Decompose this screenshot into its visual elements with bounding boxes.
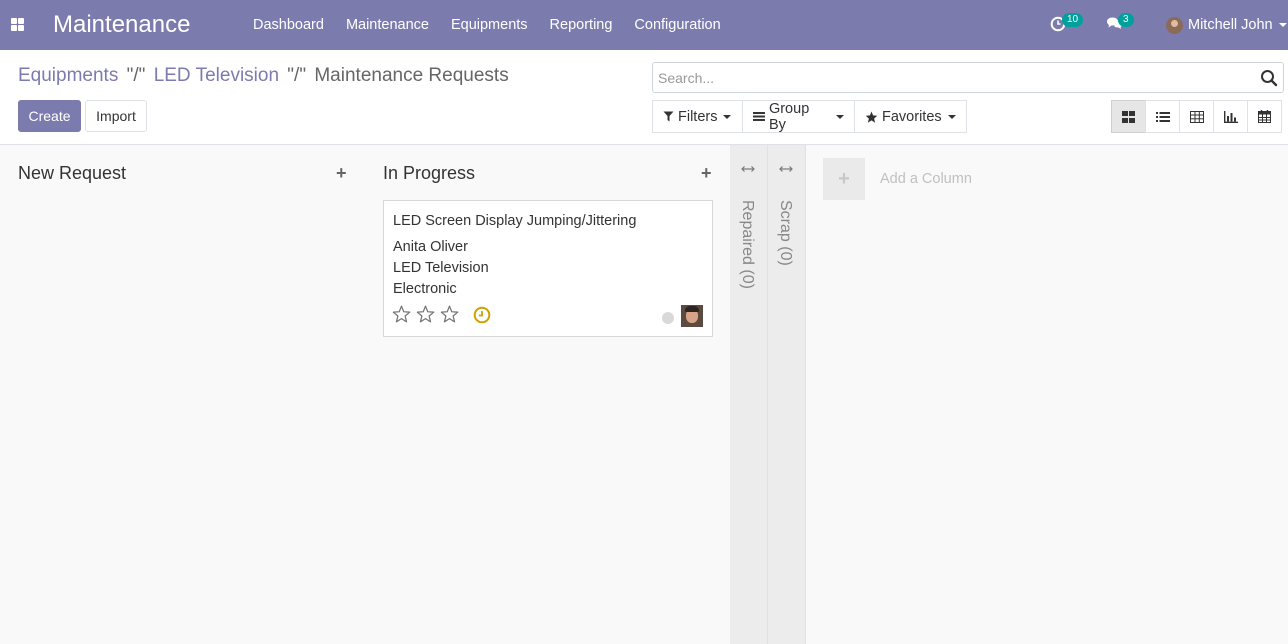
expand-arrows-icon — [779, 166, 793, 172]
pivot-view-button[interactable] — [1179, 100, 1214, 133]
card-category: Electronic — [393, 281, 457, 297]
favorites-button[interactable]: Favorites — [854, 100, 967, 133]
calendar-view-button[interactable] — [1247, 100, 1282, 133]
kanban-icon — [1122, 110, 1135, 123]
chevron-down-icon — [947, 114, 956, 119]
menu-item-reporting[interactable]: Reporting — [539, 0, 624, 50]
list-icon — [1155, 111, 1170, 122]
messages-button[interactable]: 3 — [1106, 13, 1134, 34]
chevron-down-icon — [723, 114, 732, 119]
search-bar — [652, 62, 1284, 93]
activity-button[interactable]: 10 — [1050, 13, 1084, 35]
column-quick-create-button[interactable]: + — [701, 163, 712, 184]
star-outline-icon[interactable] — [440, 305, 459, 323]
avatar — [681, 305, 703, 327]
main-menu: Dashboard Maintenance Equipments Reporti… — [242, 0, 732, 50]
expand-arrows-icon — [741, 166, 755, 172]
kanban-board: New Request + In Progress + LED Screen D… — [0, 145, 1288, 644]
star-icon — [865, 111, 878, 123]
column-title: In Progress — [383, 163, 476, 183]
search-icon[interactable] — [1260, 69, 1278, 87]
favorites-label: Favorites — [882, 108, 942, 125]
kanban-column-new-request: New Request + — [0, 145, 365, 644]
kanban-view-button[interactable] — [1111, 100, 1146, 133]
user-name: Mitchell John — [1188, 17, 1273, 33]
breadcrumb-separator: "/" — [126, 65, 146, 86]
menu-item-dashboard[interactable]: Dashboard — [242, 0, 335, 50]
bar-chart-icon — [1223, 110, 1238, 123]
calendar-icon — [1258, 110, 1271, 123]
kanban-card[interactable]: LED Screen Display Jumping/Jittering Ani… — [383, 200, 713, 337]
activity-clock-icon[interactable] — [473, 306, 491, 324]
folded-column-repaired[interactable]: Repaired (0) — [730, 145, 768, 644]
create-button[interactable]: Create — [18, 100, 81, 132]
folded-column-title: Repaired (0) — [739, 200, 756, 289]
chevron-down-icon — [1278, 23, 1287, 27]
view-switcher — [1111, 100, 1282, 133]
add-column-label[interactable]: Add a Column — [880, 171, 972, 187]
control-panel: Equipments "/" LED Television "/" Mainte… — [0, 50, 1288, 145]
breadcrumb-led-television[interactable]: LED Television — [154, 65, 279, 86]
activity-badge: 10 — [1062, 13, 1084, 27]
group-by-button[interactable]: Group By — [742, 100, 855, 133]
filters-label: Filters — [678, 108, 718, 125]
app-brand[interactable]: Maintenance — [53, 11, 190, 39]
menu-item-equipments[interactable]: Equipments — [440, 0, 539, 50]
card-equipment: LED Television — [393, 260, 489, 276]
breadcrumb-separator: "/" — [287, 65, 307, 86]
kanban-state-indicator[interactable] — [662, 312, 674, 324]
breadcrumb-equipments[interactable]: Equipments — [18, 65, 118, 86]
avatar — [1166, 16, 1183, 34]
filters-button[interactable]: Filters — [652, 100, 743, 133]
chevron-down-icon — [836, 114, 844, 119]
star-outline-icon[interactable] — [392, 305, 411, 323]
user-menu[interactable]: Mitchell John — [1166, 0, 1287, 50]
breadcrumb: Equipments "/" LED Television "/" Mainte… — [18, 65, 509, 87]
menu-item-configuration[interactable]: Configuration — [623, 0, 731, 50]
column-quick-create-button[interactable]: + — [336, 163, 347, 184]
card-owner: Anita Oliver — [393, 239, 468, 255]
list-icon — [753, 112, 765, 121]
star-outline-icon[interactable] — [416, 305, 435, 323]
column-title: New Request — [18, 163, 127, 183]
filter-icon — [663, 111, 674, 122]
search-input[interactable] — [653, 63, 1253, 92]
folded-column-title: Scrap (0) — [777, 200, 794, 266]
table-icon — [1189, 110, 1204, 123]
folded-column-scrap[interactable]: Scrap (0) — [768, 145, 806, 644]
add-column-button[interactable]: + — [823, 158, 865, 200]
search-options: Filters Group By Favorites — [652, 100, 967, 133]
menu-item-maintenance[interactable]: Maintenance — [335, 0, 440, 50]
import-button[interactable]: Import — [85, 100, 147, 132]
group-by-label: Group By — [768, 100, 810, 133]
graph-view-button[interactable] — [1213, 100, 1248, 133]
top-navbar: Maintenance Dashboard Maintenance Equipm… — [0, 0, 1288, 50]
breadcrumb-current: Maintenance Requests — [314, 65, 509, 86]
card-title: LED Screen Display Jumping/Jittering — [393, 213, 637, 229]
priority-stars — [392, 305, 459, 323]
messages-badge: 3 — [1118, 13, 1134, 27]
list-view-button[interactable] — [1145, 100, 1180, 133]
apps-menu-icon[interactable] — [11, 18, 24, 31]
